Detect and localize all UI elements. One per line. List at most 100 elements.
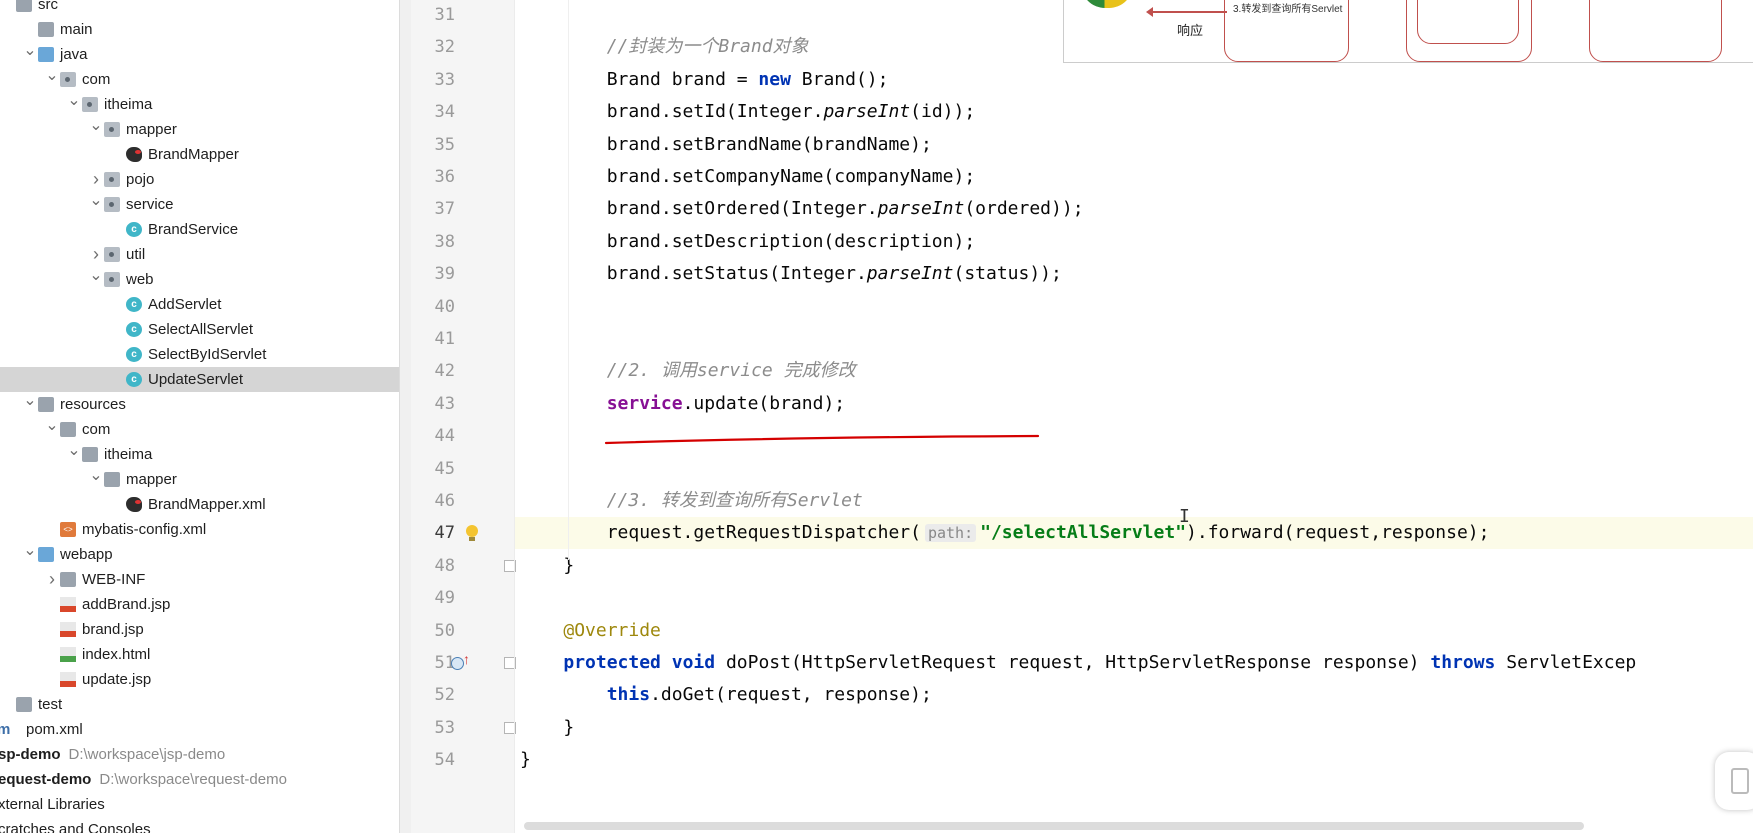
tree-item-mapper[interactable]: ⌄ mapper xyxy=(0,117,399,142)
line-number[interactable]: 43 xyxy=(411,388,455,420)
code-line[interactable]: } xyxy=(520,744,531,776)
chevron-right-icon[interactable]: › xyxy=(44,567,60,592)
code-line[interactable]: //2. 调用service 完成修改 xyxy=(520,355,856,387)
tree-item-path: D:\workspace\request-demo xyxy=(99,771,287,788)
code-token: (id)); xyxy=(910,101,976,123)
tree-item-index-html[interactable]: index.html xyxy=(0,642,399,667)
tree-item-pojo[interactable]: › pojo xyxy=(0,167,399,192)
tree-item-label: util xyxy=(126,242,145,267)
line-number[interactable]: 33 xyxy=(411,64,455,96)
tree-item-request-demo[interactable]: equest-demo D:\workspace\request-demo xyxy=(0,767,399,792)
line-number[interactable]: 54 xyxy=(411,744,455,776)
tree-item-scratches[interactable]: cratches and Consoles xyxy=(0,817,399,833)
line-number[interactable]: 51 xyxy=(411,647,455,679)
code-line[interactable]: } xyxy=(520,550,574,582)
horizontal-scrollbar[interactable] xyxy=(524,822,1584,830)
line-number[interactable]: 44 xyxy=(411,420,455,452)
tree-item-res-mapper[interactable]: ⌄ mapper xyxy=(0,467,399,492)
chevron-down-icon[interactable]: ⌄ xyxy=(88,263,104,288)
line-number[interactable]: 50 xyxy=(411,615,455,647)
tree-item-label: BrandMapper.xml xyxy=(148,492,266,517)
code-line[interactable]: Brand brand = new Brand(); xyxy=(520,64,889,96)
line-number[interactable]: 38 xyxy=(411,226,455,258)
tree-item-brandmapper[interactable]: BrandMapper xyxy=(0,142,399,167)
code-line[interactable]: @Override xyxy=(520,615,661,647)
code-line[interactable]: brand.setBrandName(brandName); xyxy=(520,129,932,161)
tree-item-addservlet[interactable]: c AddServlet xyxy=(0,292,399,317)
line-number[interactable]: 49 xyxy=(411,582,455,614)
chevron-down-icon[interactable]: ⌄ xyxy=(22,38,38,63)
tree-item-brandservice[interactable]: c BrandService xyxy=(0,217,399,242)
tree-item-main[interactable]: main xyxy=(0,17,399,42)
tree-item-addbrand-jsp[interactable]: addBrand.jsp xyxy=(0,592,399,617)
tree-item-brand-jsp[interactable]: brand.jsp xyxy=(0,617,399,642)
chevron-down-icon[interactable]: ⌄ xyxy=(88,188,104,213)
line-number[interactable]: 41 xyxy=(411,323,455,355)
chevron-down-icon[interactable]: ⌄ xyxy=(66,88,82,113)
chevron-down-icon[interactable]: ⌄ xyxy=(88,113,104,138)
code-line[interactable]: this.doGet(request, response); xyxy=(520,679,932,711)
code-line[interactable]: request.getRequestDispatcher(path: "/sele… xyxy=(520,517,1490,549)
line-number[interactable]: 45 xyxy=(411,453,455,485)
editor-gutter[interactable]: 31 32 33 34 35 36 37 38 39 40 41 42 43 44 45 46 47 48 49 50… xyxy=(411,0,515,833)
chevron-down-icon[interactable]: ⌄ xyxy=(44,63,60,88)
chevron-down-icon[interactable]: ⌄ xyxy=(66,438,82,463)
tree-item-res-com[interactable]: ⌄ com xyxy=(0,417,399,442)
line-number[interactable]: 42 xyxy=(411,355,455,387)
chevron-down-icon[interactable]: ⌄ xyxy=(22,388,38,413)
line-number[interactable]: 40 xyxy=(411,291,455,323)
code-line[interactable]: //3. 转发到查询所有Servlet xyxy=(520,485,863,517)
line-number[interactable]: 46 xyxy=(411,485,455,517)
arrow-up-icon[interactable]: ↑ xyxy=(463,651,470,667)
tree-item-res-itheima[interactable]: ⌄ itheima xyxy=(0,442,399,467)
line-number[interactable]: 35 xyxy=(411,129,455,161)
code-line[interactable]: } xyxy=(520,712,574,744)
line-number[interactable]: 39 xyxy=(411,258,455,290)
code-line[interactable]: brand.setOrdered(Integer.parseInt(ordere… xyxy=(520,193,1084,225)
tree-item-jsp-demo[interactable]: sp-demo D:\workspace\jsp-demo xyxy=(0,742,399,767)
tree-item-selectallservlet[interactable]: c SelectAllServlet xyxy=(0,317,399,342)
line-number[interactable]: 52 xyxy=(411,679,455,711)
line-number[interactable]: 31 xyxy=(411,0,455,31)
tree-item-name: BrandMapper xyxy=(148,146,239,163)
line-number[interactable]: 34 xyxy=(411,96,455,128)
code-token: request.getRequestDispatcher( xyxy=(520,522,921,544)
line-number[interactable]: 36 xyxy=(411,161,455,193)
line-number[interactable]: 37 xyxy=(411,193,455,225)
code-line[interactable]: protected void doPost(HttpServletRequest… xyxy=(520,647,1636,679)
tree-item-selectbyidservlet[interactable]: c SelectByIdServlet xyxy=(0,342,399,367)
code-line[interactable]: brand.setDescription(description); xyxy=(520,226,975,258)
tree-item-service[interactable]: ⌄ service xyxy=(0,192,399,217)
code-token: } xyxy=(520,554,575,576)
line-number[interactable]: 48 xyxy=(411,550,455,582)
code-editor[interactable]: 31 32 33 34 35 36 37 38 39 40 41 42 43 44 45 46 47 48 49 50… xyxy=(411,0,1753,833)
chevron-down-icon[interactable]: ⌄ xyxy=(44,413,60,438)
chevron-down-icon[interactable]: ⌄ xyxy=(22,538,38,563)
code-line[interactable]: brand.setCompanyName(companyName); xyxy=(520,161,975,193)
tree-item-update-jsp[interactable]: update.jsp xyxy=(0,667,399,692)
tree-item-test[interactable]: test xyxy=(0,692,399,717)
tree-item-com[interactable]: ⌄ com xyxy=(0,67,399,92)
code-line[interactable]: //封装为一个Brand对象 xyxy=(520,31,809,63)
tree-item-updateservlet[interactable]: c UpdateServlet xyxy=(0,367,399,392)
tree-item-web-inf[interactable]: › WEB-INF xyxy=(0,567,399,592)
tree-item-itheima[interactable]: ⌄ itheima xyxy=(0,92,399,117)
line-number[interactable]: 47 xyxy=(411,517,455,549)
code-line[interactable]: brand.setStatus(Integer.parseInt(status)… xyxy=(520,258,1062,290)
tree-item-pom[interactable]: m pom.xml xyxy=(0,717,399,742)
tree-item-external-libraries[interactable]: xternal Libraries xyxy=(0,792,399,817)
video-overlay-button[interactable] xyxy=(1715,752,1753,810)
folder-icon xyxy=(60,422,76,437)
tree-item-web[interactable]: ⌄ web xyxy=(0,267,399,292)
indent-guide xyxy=(568,0,569,560)
tree-item-webapp[interactable]: ⌄ webapp xyxy=(0,542,399,567)
tree-item-src[interactable]: src xyxy=(0,0,399,17)
tree-item-mybatis-config[interactable]: <> mybatis-config.xml xyxy=(0,517,399,542)
tree-item-brandmapper-xml[interactable]: BrandMapper.xml xyxy=(0,492,399,517)
line-number[interactable]: 32 xyxy=(411,31,455,63)
project-tree[interactable]: src main ⌄ java ⌄ com ⌄ itheima ⌄ mapper BrandMapp… xyxy=(0,0,399,833)
line-number[interactable]: 53 xyxy=(411,712,455,744)
tree-item-util[interactable]: › util xyxy=(0,242,399,267)
chevron-down-icon[interactable]: ⌄ xyxy=(88,463,104,488)
code-line[interactable]: brand.setId(Integer.parseInt(id)); xyxy=(520,96,975,128)
